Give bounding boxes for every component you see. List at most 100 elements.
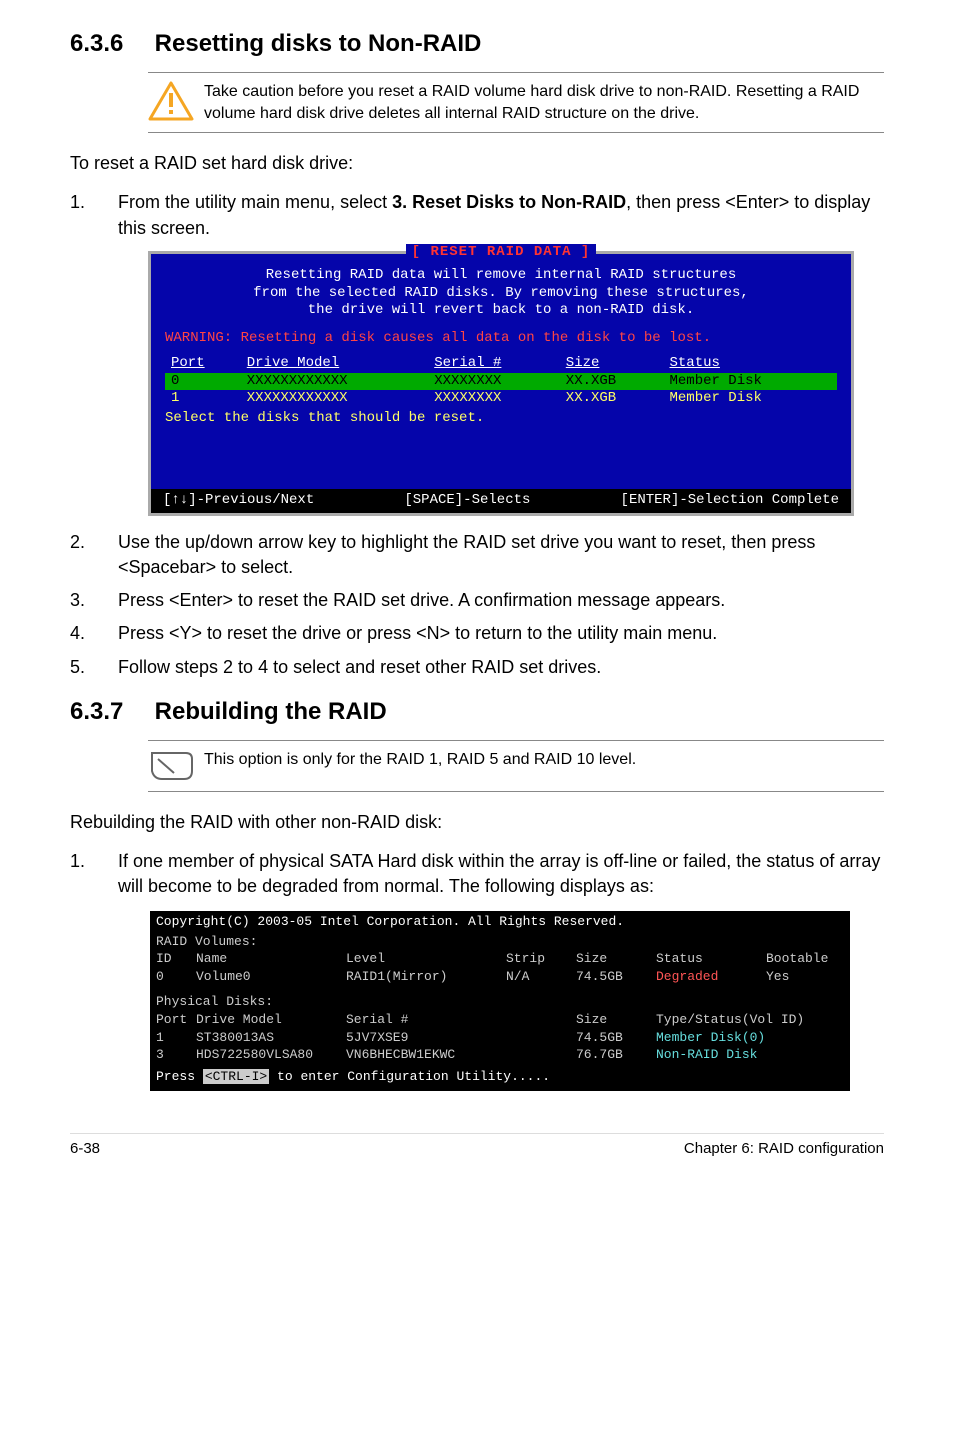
step: 1.If one member of physical SATA Hard di… <box>70 849 884 899</box>
col-name: Name <box>196 950 346 968</box>
cell-status: Degraded <box>656 968 766 986</box>
cell-size: 76.7GB <box>576 1046 656 1064</box>
caution-callout: Take caution before you reset a RAID vol… <box>148 72 884 133</box>
table-row[interactable]: 0 XXXXXXXXXXXX XXXXXXXX XX.XGB Member Di… <box>165 373 837 391</box>
bios-msg-line: from the selected RAID disks. By removin… <box>165 285 837 303</box>
steps-636-cont: 2.Use the up/down arrow key to highlight… <box>70 530 884 680</box>
bios-title-wrap: [ RESET RAID DATA ] <box>151 244 851 262</box>
cell-model: XXXXXXXXXXXX <box>241 373 428 391</box>
col-model: Drive Model <box>196 1011 346 1029</box>
volumes-header: RAID Volumes: <box>150 933 850 951</box>
cell-size: XX.XGB <box>560 390 664 408</box>
page-number: 6-38 <box>70 1140 100 1157</box>
step-number: 1. <box>70 190 118 240</box>
col-serial: Serial # <box>346 1011 506 1029</box>
col-blank <box>506 1011 576 1029</box>
col-type: Type/Status(Vol ID) <box>656 1011 846 1029</box>
cell-model: ST380013AS <box>196 1029 346 1047</box>
page-footer: 6-38 Chapter 6: RAID configuration <box>70 1133 884 1157</box>
table-row[interactable]: 1 XXXXXXXXXXXX XXXXXXXX XX.XGB Member Di… <box>165 390 837 408</box>
col-bootable: Bootable <box>766 950 846 968</box>
bios-msg-line: Resetting RAID data will remove internal… <box>165 267 837 285</box>
ctrl-i-key: <CTRL-I> <box>203 1069 269 1084</box>
cell-bootable: Yes <box>766 968 846 986</box>
step-number: 2. <box>70 530 118 580</box>
cell-model: HDS722580VLSA80 <box>196 1046 346 1064</box>
col-port: Port <box>156 1011 196 1029</box>
table-header-row: Port Drive Model Serial # Size Status <box>165 355 837 373</box>
steps-636: 1. From the utility main menu, select 3.… <box>70 190 884 240</box>
bios-inner: Resetting RAID data will remove internal… <box>151 261 851 489</box>
col-size: Size <box>560 355 664 373</box>
steps-637: 1.If one member of physical SATA Hard di… <box>70 849 884 899</box>
heading-number: 6.3.6 <box>70 30 148 58</box>
heading-637: 6.3.7 Rebuilding the RAID <box>70 698 884 726</box>
step-number: 5. <box>70 655 118 680</box>
col-status: Status <box>656 950 766 968</box>
col-port: Port <box>165 355 241 373</box>
cell-model: XXXXXXXXXXXX <box>241 390 428 408</box>
page: 6.3.6 Resetting disks to Non-RAID Take c… <box>0 0 954 1187</box>
step: 1. From the utility main menu, select 3.… <box>70 190 884 240</box>
cell-size: 74.5GB <box>576 1029 656 1047</box>
chapter-label: Chapter 6: RAID configuration <box>684 1140 884 1157</box>
foot-select: [SPACE]-Selects <box>404 492 530 510</box>
vol-cols-row: ID Name Level Strip Size Status Bootable <box>150 950 850 968</box>
cell-serial: XXXXXXXX <box>428 373 560 391</box>
cell-level: RAID1(Mirror) <box>346 968 506 986</box>
bios-footer: [↑↓]-Previous/Next [SPACE]-Selects [ENTE… <box>151 489 851 513</box>
bios-msg-line: the drive will revert back to a non-RAID… <box>165 302 837 320</box>
bios-status-panel: Copyright(C) 2003-05 Intel Corporation. … <box>148 909 852 1093</box>
disk-cols-row: Port Drive Model Serial # Size Type/Stat… <box>150 1011 850 1029</box>
cell-size: 74.5GB <box>576 968 656 986</box>
bios2-copyright: Copyright(C) 2003-05 Intel Corporation. … <box>150 913 850 931</box>
vol-data-row: 0 Volume0 RAID1(Mirror) N/A 74.5GB Degra… <box>150 968 850 986</box>
step-number: 1. <box>70 849 118 899</box>
col-status: Status <box>663 355 837 373</box>
col-size: Size <box>576 1011 656 1029</box>
bios-drive-table: Port Drive Model Serial # Size Status 0 … <box>165 355 837 408</box>
caution-text: Take caution before you reset a RAID vol… <box>204 81 884 124</box>
step: 3.Press <Enter> to reset the RAID set dr… <box>70 588 884 613</box>
step-text: From the utility main menu, select 3. Re… <box>118 190 884 240</box>
step-number: 3. <box>70 588 118 613</box>
foot-prevnext: [↑↓]-Previous/Next <box>163 492 314 510</box>
note-text: This option is only for the RAID 1, RAID… <box>204 749 636 783</box>
bold-fragment: 3. Reset Disks to Non-RAID <box>392 192 626 212</box>
cell-size: XX.XGB <box>560 373 664 391</box>
bios-warning: WARNING: Resetting a disk causes all dat… <box>165 330 837 348</box>
heading-title: Resetting disks to Non-RAID <box>155 30 482 57</box>
bios-reset-raid-panel: [ RESET RAID DATA ] Resetting RAID data … <box>148 251 854 516</box>
col-size: Size <box>576 950 656 968</box>
step-text: Use the up/down arrow key to highlight t… <box>118 530 884 580</box>
col-serial: Serial # <box>428 355 560 373</box>
cell-blank <box>506 1046 576 1064</box>
col-model: Drive Model <box>241 355 428 373</box>
step: 2.Use the up/down arrow key to highlight… <box>70 530 884 580</box>
cell-id: 0 <box>156 968 196 986</box>
cell-serial: VN6BHECBW1EKWC <box>346 1046 506 1064</box>
caution-icon <box>148 81 194 121</box>
step: 4.Press <Y> to reset the drive or press … <box>70 621 884 646</box>
copyright-text: Copyright(C) 2003-05 Intel Corporation. … <box>156 913 844 931</box>
cell-port: 3 <box>156 1046 196 1064</box>
step-text: Press <Enter> to reset the RAID set driv… <box>118 588 884 613</box>
step-text: Follow steps 2 to 4 to select and reset … <box>118 655 884 680</box>
step-text: If one member of physical SATA Hard disk… <box>118 849 884 899</box>
cell-status: Member Disk <box>663 390 837 408</box>
cell-strip: N/A <box>506 968 576 986</box>
intro-637: Rebuilding the RAID with other non-RAID … <box>70 810 884 835</box>
note-callout: This option is only for the RAID 1, RAID… <box>148 740 884 792</box>
heading-636: 6.3.6 Resetting disks to Non-RAID <box>70 30 884 58</box>
press-pre: Press <box>156 1069 203 1084</box>
col-strip: Strip <box>506 950 576 968</box>
cell-port: 1 <box>165 390 241 408</box>
disks-header: Physical Disks: <box>150 993 850 1011</box>
press-post: to enter Configuration Utility..... <box>269 1069 550 1084</box>
step-number: 4. <box>70 621 118 646</box>
spacer <box>165 427 837 479</box>
heading-title: Rebuilding the RAID <box>155 698 387 725</box>
cell-serial: XXXXXXXX <box>428 390 560 408</box>
col-level: Level <box>346 950 506 968</box>
col-id: ID <box>156 950 196 968</box>
